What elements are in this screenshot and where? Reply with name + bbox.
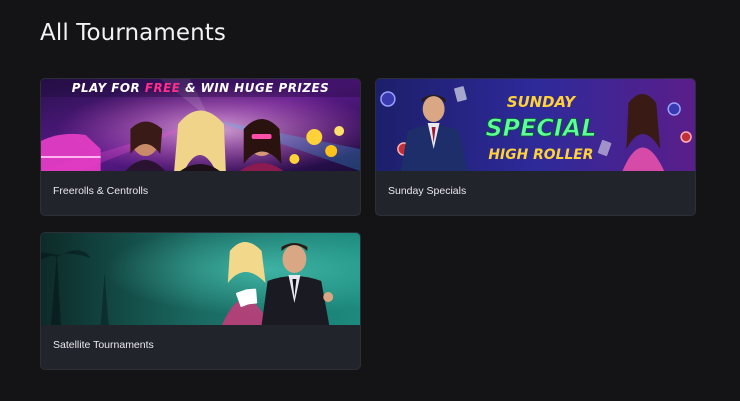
tournament-card-sunday-specials[interactable]: SUNDAY SPECIAL HIGH ROLLER Sunday Specia… [375, 78, 696, 216]
tournament-card-freerolls[interactable]: PLAY FOR FREE & WIN HUGE PRIZES Freeroll… [40, 78, 361, 216]
svg-text:PLAY FOR FREE & WIN HUGE PRIZE: PLAY FOR FREE & WIN HUGE PRIZES [72, 81, 329, 95]
card-label: Satellite Tournaments [53, 339, 154, 351]
tournaments-page: All Tournaments PLAY FOR FREE & WIN HUGE… [0, 0, 740, 401]
freerolls-banner-text-after: & WIN HUGE PRIZES [180, 81, 329, 95]
freerolls-banner-text-before: PLAY FOR [72, 81, 145, 95]
sunday-banner-line1: SUNDAY [507, 93, 577, 111]
tournament-card-satellite[interactable]: Satellite Tournaments [40, 232, 361, 370]
sunday-specials-banner-image: SUNDAY SPECIAL HIGH ROLLER [376, 79, 695, 171]
card-label: Freerolls & Centrolls [53, 185, 149, 197]
sunday-banner-line2: SPECIAL [486, 114, 597, 142]
satellite-banner-image [41, 233, 360, 325]
card-label: Sunday Specials [388, 185, 467, 197]
page-title: All Tournaments [40, 20, 226, 46]
sunday-banner-line3: HIGH ROLLER [488, 147, 593, 163]
freerolls-banner-image: PLAY FOR FREE & WIN HUGE PRIZES [41, 79, 360, 171]
freerolls-banner-text-highlight: FREE [145, 81, 181, 95]
